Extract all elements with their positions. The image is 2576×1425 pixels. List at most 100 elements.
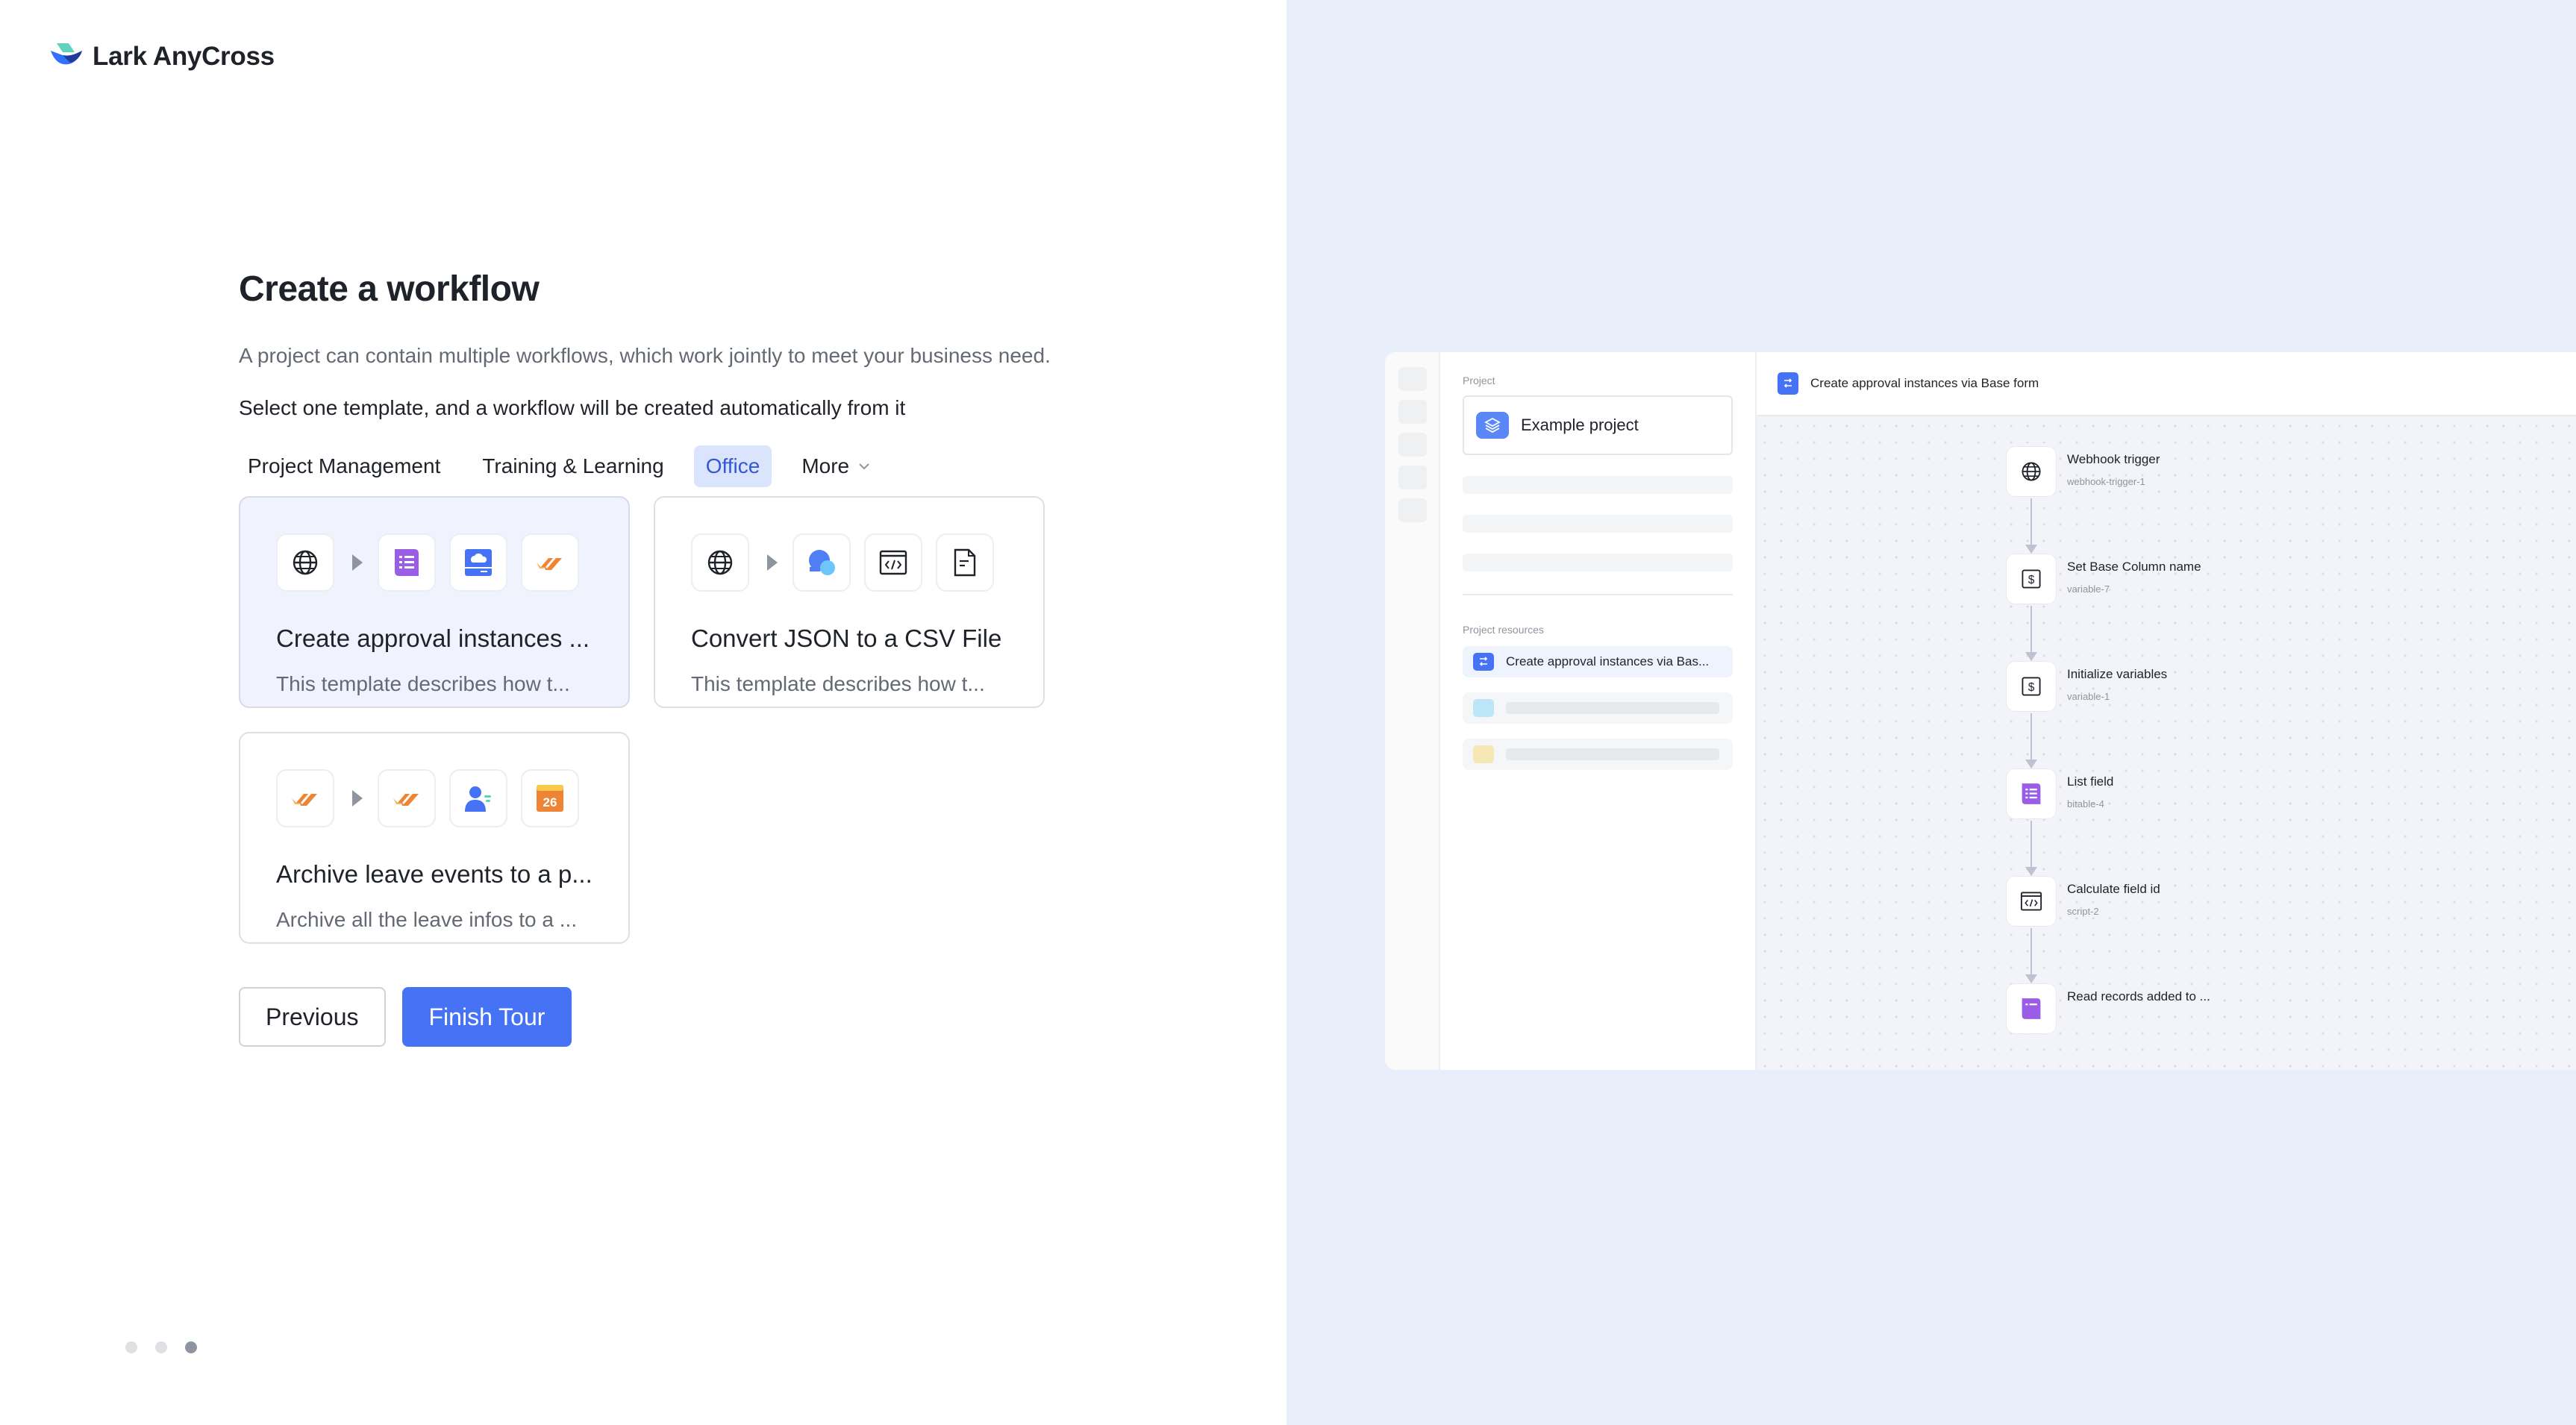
variable-dollar-icon: $ [2006, 554, 2057, 604]
workflow-nodes: Webhook trigger webhook-trigger-1 $ Set B… [2006, 446, 2210, 1070]
code-script-icon [2006, 876, 2057, 927]
layers-icon [1476, 412, 1509, 439]
tab-label: Training & Learning [482, 454, 664, 477]
workflow-node: Read records added to ... [2006, 983, 2210, 1070]
node-label: Initialize variables [2067, 667, 2168, 681]
skeleton-row [1463, 554, 1733, 571]
canvas-header: Create approval instances via Base form [1757, 352, 2576, 416]
template-description: This template describes how t... [691, 672, 985, 695]
project-label: Project [1463, 375, 1495, 386]
node-connector [2025, 821, 2037, 876]
chat-bubble-icon [793, 533, 851, 592]
flow-arrow-icon [352, 790, 363, 807]
flow-arrow-icon [767, 554, 778, 571]
flow-arrow-icon [352, 554, 363, 571]
approval-check-icon [276, 769, 334, 827]
workflow-icon [1778, 372, 1798, 395]
template-list: Create approval instances ... This templ… [239, 496, 1060, 944]
tab-project-management[interactable]: Project Management [236, 445, 452, 487]
webhook-globe-icon [691, 533, 749, 592]
node-connector [2025, 928, 2037, 983]
resource-item: Create approval instances via Bas... [1463, 646, 1733, 677]
placeholder-icon [1473, 745, 1494, 763]
skeleton-row [1463, 476, 1733, 494]
workflow-node: Webhook trigger webhook-trigger-1 [2006, 446, 2210, 554]
tab-label: Office [705, 454, 760, 477]
create-workflow-step: Create a workflow A project can contain … [239, 269, 1060, 1047]
template-icons: 26 [276, 769, 593, 827]
step-instruction: Select one template, and a workflow will… [239, 396, 906, 419]
template-card[interactable]: Convert JSON to a CSV File This template… [654, 496, 1045, 708]
calendar-icon: 26 [521, 769, 579, 827]
skeleton-bar [1506, 702, 1719, 714]
node-label: Read records added to ... [2067, 989, 2210, 1003]
project-name: Example project [1521, 416, 1639, 434]
skeleton-row [1463, 515, 1733, 533]
tour-pagination [125, 1341, 197, 1353]
tab-label: More [801, 454, 850, 477]
brand-name: Lark AnyCross [93, 42, 275, 71]
rail-placeholder [1398, 433, 1427, 457]
pagination-dot[interactable] [155, 1341, 167, 1353]
webhook-globe-icon [2006, 446, 2057, 497]
rail-placeholder [1398, 367, 1427, 391]
tab-more[interactable]: More [790, 445, 884, 487]
resource-name: Create approval instances via Bas... [1506, 654, 1710, 668]
template-icons [276, 533, 593, 592]
previous-button[interactable]: Previous [239, 987, 386, 1047]
node-id: webhook-trigger-1 [2067, 476, 2145, 487]
workflow-node: $ Initialize variables variable-1 [2006, 661, 2210, 768]
workflow-canvas: Create approval instances via Base form … [1757, 352, 2576, 1070]
rail-placeholder [1398, 466, 1427, 489]
nav-rail [1385, 352, 1440, 1070]
node-id: script-2 [2067, 906, 2099, 917]
node-label: Webhook trigger [2067, 452, 2160, 466]
template-description: Archive all the leave infos to a ... [276, 908, 578, 931]
cloud-drive-icon [449, 533, 507, 592]
approval-check-icon [521, 533, 579, 592]
brand-logo: Lark AnyCross [49, 42, 275, 72]
node-label: Calculate field id [2067, 882, 2160, 896]
template-card[interactable]: 26 Archive leave events to a p... Archiv… [239, 732, 630, 944]
project-selector: Example project [1463, 395, 1733, 455]
svg-text:$: $ [2028, 681, 2035, 694]
finish-tour-button[interactable]: Finish Tour [401, 987, 572, 1047]
document-file-icon [936, 533, 994, 592]
tab-label: Project Management [248, 454, 441, 477]
node-connector [2025, 498, 2037, 554]
node-connector [2025, 606, 2037, 661]
chevron-down-icon [859, 463, 869, 470]
template-title: Archive leave events to a p... [276, 860, 593, 888]
node-connector [2025, 713, 2037, 768]
app-preview: Project Example project Project resource… [1385, 352, 2576, 1070]
webhook-globe-icon [276, 533, 334, 592]
tour-navigation: Previous Finish Tour [239, 987, 1060, 1047]
lark-bird-logo-icon [51, 43, 82, 65]
node-id: variable-7 [2067, 583, 2110, 595]
resources-label: Project resources [1463, 624, 1544, 636]
calendar-day: 26 [543, 795, 557, 809]
skeleton-bar [1506, 748, 1719, 760]
svg-text:$: $ [2028, 574, 2035, 586]
resource-placeholder [1463, 739, 1733, 770]
preview-panel: Project Example project Project resource… [1287, 0, 2576, 1425]
project-panel: Project Example project Project resource… [1440, 352, 1757, 1070]
workflow-icon [1473, 653, 1494, 671]
template-icons [691, 533, 1007, 592]
workflow-title: Create approval instances via Base form [1810, 376, 2039, 390]
node-id: bitable-4 [2067, 798, 2104, 809]
step-description: A project can contain multiple workflows… [239, 344, 1051, 367]
placeholder-icon [1473, 699, 1494, 717]
workflow-node: Calculate field id script-2 [2006, 876, 2210, 983]
rail-placeholder [1398, 400, 1427, 424]
node-label: List field [2067, 774, 2114, 789]
template-card[interactable]: Create approval instances ... This templ… [239, 496, 630, 708]
base-table-icon [2006, 768, 2057, 819]
tab-training-learning[interactable]: Training & Learning [470, 445, 675, 487]
pagination-dot[interactable] [125, 1341, 137, 1353]
pagination-dot-active[interactable] [185, 1341, 197, 1353]
base-table-icon [378, 533, 436, 592]
code-script-icon [864, 533, 922, 592]
rail-placeholder [1398, 498, 1427, 522]
tab-office[interactable]: Office [693, 445, 772, 487]
